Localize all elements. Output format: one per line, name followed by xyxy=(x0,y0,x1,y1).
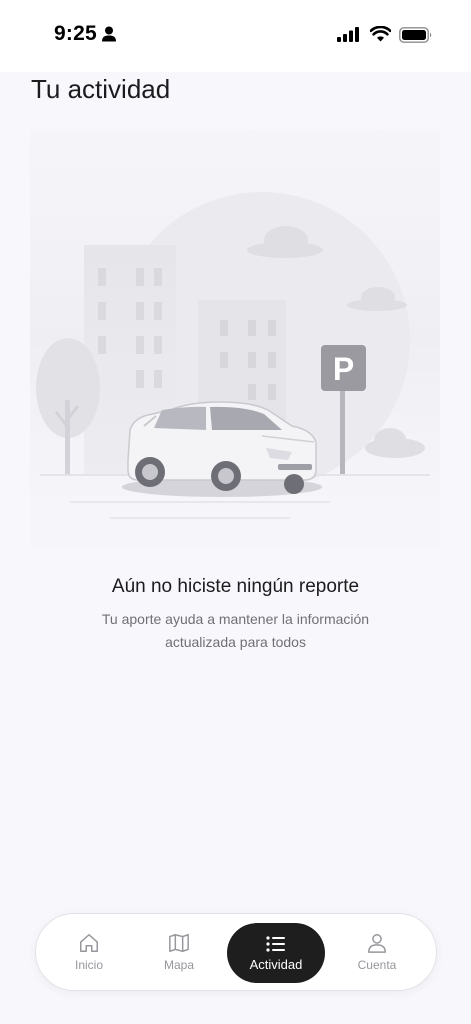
empty-state-title: Aún no hiciste ningún reporte xyxy=(111,576,360,597)
tab-inicio[interactable]: Inicio xyxy=(54,914,124,990)
tab-label: Inicio xyxy=(74,958,103,972)
wifi-icon xyxy=(369,25,392,47)
tab-label: Cuenta xyxy=(357,958,397,972)
empty-state-subtitle-line: Tu aporte ayuda a mantener la informació… xyxy=(101,611,370,627)
page-title: Tu actividad xyxy=(31,74,171,104)
status-bar: 9:25 xyxy=(0,0,471,72)
bottom-tab-bar: Inicio Mapa Actividad Cuenta xyxy=(35,913,437,991)
empty-state-subtitle: Tu aporte ayuda a mantener la informació… xyxy=(60,608,411,654)
tab-cuenta[interactable]: Cuenta xyxy=(342,914,412,990)
person-icon xyxy=(102,26,116,47)
status-time: 9:25 xyxy=(54,22,97,45)
tab-label: Actividad xyxy=(249,956,303,972)
user-icon xyxy=(366,932,388,958)
cellular-signal-icon xyxy=(337,27,359,47)
tab-mapa[interactable]: Mapa xyxy=(144,914,214,990)
svg-text:P: P xyxy=(333,351,354,387)
home-icon xyxy=(78,932,100,958)
battery-icon xyxy=(399,27,433,48)
list-icon xyxy=(266,935,286,957)
tab-label: Mapa xyxy=(163,958,195,972)
empty-state-illustration: P xyxy=(30,130,440,555)
empty-state-subtitle-line: actualizada para todos xyxy=(165,634,306,650)
map-icon xyxy=(168,932,190,958)
tab-actividad[interactable]: Actividad xyxy=(227,923,325,983)
